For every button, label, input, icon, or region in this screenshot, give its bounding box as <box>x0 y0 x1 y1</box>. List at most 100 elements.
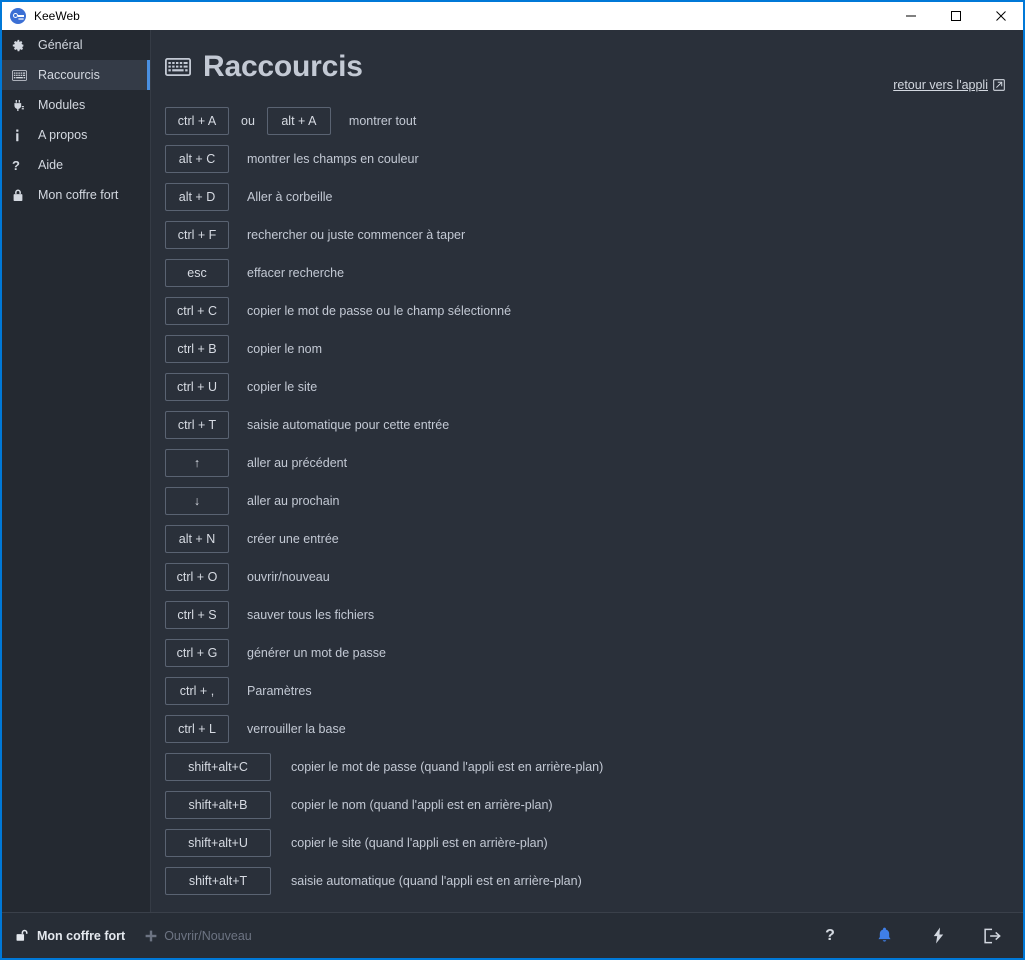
shortcut-description: copier le nom (quand l'appli est en arri… <box>291 798 553 812</box>
shortcut-description: rechercher ou juste commencer à taper <box>247 228 465 242</box>
keyboard-icon <box>12 70 32 81</box>
title-bar: KeeWeb <box>2 2 1023 30</box>
shortcut-row: shift+alt+T saisie automatique (quand l'a… <box>165 862 1023 900</box>
shortcut-key: ctrl + B <box>165 335 229 363</box>
shortcut-description: copier le site (quand l'appli est en arr… <box>291 836 548 850</box>
shortcut-row: ctrl + Oouvrir/nouveau <box>165 558 1023 596</box>
shortcut-row: ctrl + ,Paramètres <box>165 672 1023 710</box>
shortcut-description: verrouiller la base <box>247 722 346 736</box>
shortcut-row: ctrl + T saisie automatique pour cette en… <box>165 406 1023 444</box>
plug-icon <box>12 99 32 112</box>
shortcut-description: aller au prochain <box>247 494 339 508</box>
info-icon <box>12 129 32 142</box>
unlock-icon <box>16 929 30 942</box>
shortcut-description: copier le site <box>247 380 317 394</box>
shortcut-key: ctrl + U <box>165 373 229 401</box>
shortcut-key: ↑ <box>165 449 229 477</box>
shortcut-key: alt + N <box>165 525 229 553</box>
sidebar-item-mon-coffre-fort[interactable]: Mon coffre fort <box>2 180 150 210</box>
close-icon[interactable] <box>978 2 1023 30</box>
sidebar-item-label: Modules <box>38 98 85 112</box>
footer-item-mon-coffre-fort[interactable]: Mon coffre fort <box>16 929 125 943</box>
shortcut-row: shift+alt+C copier le mot de passe (quand… <box>165 748 1023 786</box>
shortcut-key: ctrl + C <box>165 297 229 325</box>
settings-sidebar: Général <box>2 30 151 912</box>
shortcut-description: montrer tout <box>349 114 416 128</box>
footer-item-label: Ouvrir/Nouveau <box>164 929 252 943</box>
shortcut-key: shift+alt+C <box>165 753 271 781</box>
bolt-icon <box>932 927 945 944</box>
shortcut-key: ctrl + T <box>165 411 229 439</box>
shortcut-key: esc <box>165 259 229 287</box>
gear-icon <box>12 39 32 52</box>
shortcut-key: alt + D <box>165 183 229 211</box>
footer-item-label: Mon coffre fort <box>37 929 125 943</box>
help-icon[interactable]: ? <box>821 926 839 946</box>
shortcut-key: ctrl + L <box>165 715 229 743</box>
shortcut-row: ctrl + Ggénérer un mot de passe <box>165 634 1023 672</box>
sidebar-item-general[interactable]: Général <box>2 30 150 60</box>
shortcut-key: ctrl + A <box>165 107 229 135</box>
sidebar-item-label: Aide <box>38 158 63 172</box>
page-title: Raccourcis <box>203 52 363 82</box>
keeweb-key-icon <box>10 8 26 24</box>
shortcut-key: shift+alt+T <box>165 867 271 895</box>
maximize-icon[interactable] <box>933 2 978 30</box>
generator-icon[interactable] <box>929 926 947 946</box>
minimize-icon[interactable] <box>888 2 933 30</box>
shortcut-description: sauver tous les fichiers <box>247 608 374 622</box>
shortcut-description: aller au précédent <box>247 456 347 470</box>
sidebar-item-label: A propos <box>38 128 87 142</box>
shortcut-row: alt + N créer une entrée <box>165 520 1023 558</box>
shortcut-key: ↓ <box>165 487 229 515</box>
window-title: KeeWeb <box>34 9 80 23</box>
sidebar-item-apropos[interactable]: A propos <box>2 120 150 150</box>
shortcuts-list: ctrl + Aoualt + A montrer tout alt + C mont… <box>165 102 1023 900</box>
shortcut-description: créer une entrée <box>247 532 339 546</box>
shortcut-row: ctrl + C copier le mot de passe ou le cha… <box>165 292 1023 330</box>
footer-right: ? <box>821 926 1009 946</box>
title-bar-left: KeeWeb <box>2 8 80 24</box>
shortcut-key: ctrl + O <box>165 563 229 591</box>
shortcut-key: ctrl + G <box>165 639 229 667</box>
shortcut-key: alt + C <box>165 145 229 173</box>
shortcut-row: esceffacer recherche <box>165 254 1023 292</box>
shortcut-description: saisie automatique (quand l'appli est en… <box>291 874 582 888</box>
app-window: KeeWeb Généra <box>0 0 1025 960</box>
back-to-app-link[interactable]: retour vers l'appli <box>893 78 1005 92</box>
notifications-icon[interactable] <box>875 926 893 946</box>
content-inner: Raccourcis ctrl + Aoualt + A montrer tout… <box>151 30 1023 900</box>
shortcut-row: alt + DAller à corbeille <box>165 178 1023 216</box>
sidebar-item-modules[interactable]: Modules <box>2 90 150 120</box>
signout-icon <box>984 928 1001 944</box>
shortcut-key: ctrl + S <box>165 601 229 629</box>
footer-left: Mon coffre fort Ouvrir/Nouveau <box>16 929 252 943</box>
footer-item-ouvrir-nouveau[interactable]: Ouvrir/Nouveau <box>145 929 252 943</box>
keyboard-icon <box>165 58 191 76</box>
sidebar-item-aide[interactable]: ? Aide <box>2 150 150 180</box>
shortcut-row: ctrl + S sauver tous les fichiers <box>165 596 1023 634</box>
window-controls <box>888 2 1023 30</box>
sidebar-item-label: Mon coffre fort <box>38 188 118 202</box>
external-link-icon <box>993 79 1005 91</box>
back-to-app-label: retour vers l'appli <box>893 78 988 92</box>
logout-icon[interactable] <box>983 926 1001 946</box>
body-area: Général <box>2 30 1023 912</box>
shortcut-description: copier le mot de passe (quand l'appli es… <box>291 760 603 774</box>
shortcut-row: ctrl + Aoualt + A montrer tout <box>165 102 1023 140</box>
shortcut-row: shift+alt+Bcopier le nom (quand l'appli … <box>165 786 1023 824</box>
shortcut-key: shift+alt+U <box>165 829 271 857</box>
shortcut-row: ↓ aller au prochain <box>165 482 1023 520</box>
shortcut-row: ↑ aller au précédent <box>165 444 1023 482</box>
shortcut-key: ctrl + , <box>165 677 229 705</box>
shortcut-separator-word: ou <box>229 114 267 128</box>
lock-icon <box>12 189 32 202</box>
sidebar-item-raccourcis[interactable]: Raccourcis <box>2 60 150 90</box>
shortcut-description: saisie automatique pour cette entrée <box>247 418 449 432</box>
footer-bar: Mon coffre fort Ouvrir/Nouveau ? <box>2 912 1023 958</box>
sidebar-item-label: Raccourcis <box>38 68 100 82</box>
settings-content: retour vers l'appli <box>151 30 1023 912</box>
bell-icon <box>877 927 892 944</box>
shortcut-description: copier le mot de passe ou le champ sélec… <box>247 304 511 318</box>
shortcut-alt-key: alt + A <box>267 107 331 135</box>
